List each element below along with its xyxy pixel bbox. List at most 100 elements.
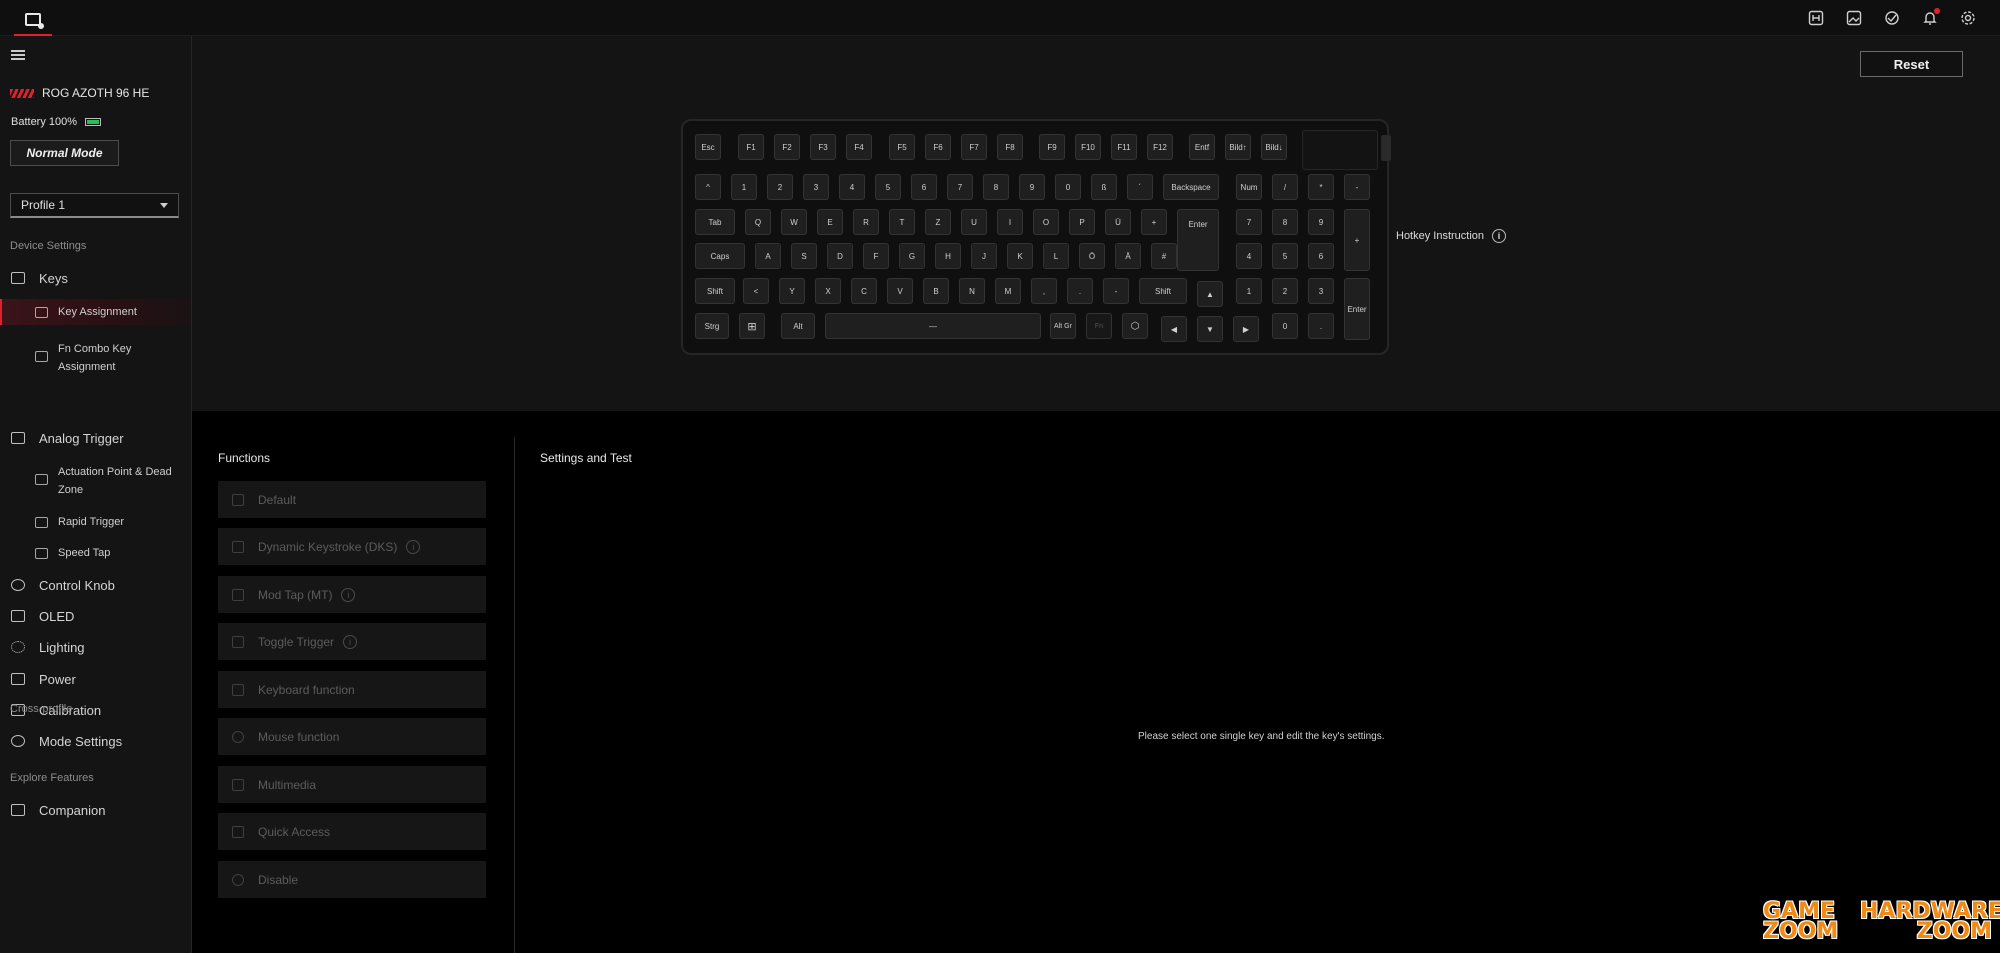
sync-icon[interactable]	[1882, 8, 1902, 28]
key-d[interactable]: D	[827, 243, 853, 269]
key-fn[interactable]: Fn	[1086, 313, 1112, 339]
function-dks[interactable]: Dynamic Keystroke (DKS) i	[218, 528, 486, 565]
key-y[interactable]: Y	[779, 278, 805, 304]
key-e[interactable]: E	[817, 209, 843, 235]
key-4[interactable]: 4	[839, 174, 865, 200]
function-mod-tap[interactable]: Mod Tap (MT) i	[218, 576, 486, 613]
function-disable[interactable]: Disable	[218, 861, 486, 898]
function-mouse[interactable]: Mouse function	[218, 718, 486, 755]
key-v[interactable]: V	[887, 278, 913, 304]
key-n[interactable]: N	[959, 278, 985, 304]
key-f9[interactable]: F9	[1039, 134, 1065, 160]
key-arrow-left[interactable]: ◀	[1161, 316, 1187, 342]
key-a[interactable]: A	[755, 243, 781, 269]
reset-button[interactable]: Reset	[1860, 51, 1963, 77]
info-icon[interactable]: i	[406, 539, 421, 554]
key-f10[interactable]: F10	[1075, 134, 1101, 160]
key-h[interactable]: H	[935, 243, 961, 269]
key-tab[interactable]: Tab	[695, 209, 735, 235]
key-np-slash[interactable]: /	[1272, 174, 1298, 200]
key-0[interactable]: 0	[1055, 174, 1081, 200]
key-j[interactable]: J	[971, 243, 997, 269]
sidebar-item-rapid-trigger[interactable]: Rapid Trigger	[0, 513, 191, 533]
key-np-6[interactable]: 6	[1308, 243, 1334, 269]
function-default[interactable]: Default	[218, 481, 486, 518]
key-i[interactable]: I	[997, 209, 1023, 235]
key-p[interactable]: P	[1069, 209, 1095, 235]
app-logo-tab[interactable]	[14, 4, 52, 36]
key-f2[interactable]: F2	[774, 134, 800, 160]
key-ae[interactable]: Ä	[1115, 243, 1141, 269]
sidebar-item-speed-tap[interactable]: Speed Tap	[0, 544, 191, 564]
key-plus[interactable]: +	[1141, 209, 1167, 235]
key-l[interactable]: L	[1043, 243, 1069, 269]
key-arrow-down[interactable]: ▼	[1197, 316, 1223, 342]
key-f11[interactable]: F11	[1111, 134, 1137, 160]
bell-icon[interactable]	[1920, 8, 1940, 28]
key-alt-gr[interactable]: Alt Gr	[1050, 313, 1076, 339]
key-6[interactable]: 6	[911, 174, 937, 200]
key-period[interactable]: .	[1067, 278, 1093, 304]
key-acute[interactable]: ´	[1127, 174, 1153, 200]
key-np-star[interactable]: *	[1308, 174, 1334, 200]
key-8[interactable]: 8	[983, 174, 1009, 200]
gallery-icon[interactable]	[1844, 8, 1864, 28]
sidebar-item-control-knob[interactable]: Control Knob	[0, 575, 191, 595]
key-np-enter[interactable]: Enter	[1344, 278, 1370, 340]
key-space[interactable]: —	[825, 313, 1041, 339]
key-arrow-up[interactable]: ▲	[1197, 281, 1223, 307]
key-f6[interactable]: F6	[925, 134, 951, 160]
key-m[interactable]: M	[995, 278, 1021, 304]
key-f1[interactable]: F1	[738, 134, 764, 160]
key-caps[interactable]: Caps	[695, 243, 745, 269]
key-hash[interactable]: #	[1151, 243, 1177, 269]
info-icon[interactable]: i	[341, 587, 356, 602]
key-copilot[interactable]: ⬡	[1122, 313, 1148, 339]
key-s[interactable]: S	[791, 243, 817, 269]
key-np-minus[interactable]: -	[1344, 174, 1370, 200]
function-keyboard[interactable]: Keyboard function	[218, 671, 486, 708]
key-x[interactable]: X	[815, 278, 841, 304]
key-ue[interactable]: Ü	[1105, 209, 1131, 235]
key-t[interactable]: T	[889, 209, 915, 235]
hamburger-menu-icon[interactable]	[11, 50, 25, 60]
key-np-2[interactable]: 2	[1272, 278, 1298, 304]
key-num[interactable]: Num	[1236, 174, 1262, 200]
key-f3[interactable]: F3	[810, 134, 836, 160]
sidebar-item-lighting[interactable]: Lighting	[0, 637, 191, 657]
key-np-8[interactable]: 8	[1272, 209, 1298, 235]
profile-select[interactable]: Profile 1	[10, 193, 179, 218]
control-knob[interactable]	[1381, 135, 1391, 161]
key-u[interactable]: U	[961, 209, 987, 235]
hotkey-icon[interactable]	[1806, 8, 1826, 28]
key-5[interactable]: 5	[875, 174, 901, 200]
key-oe[interactable]: Ö	[1079, 243, 1105, 269]
key-np-1[interactable]: 1	[1236, 278, 1262, 304]
key-f7[interactable]: F7	[961, 134, 987, 160]
key-c[interactable]: C	[851, 278, 877, 304]
key-np-7[interactable]: 7	[1236, 209, 1262, 235]
key-shift-right[interactable]: Shift	[1139, 278, 1187, 304]
key-enter[interactable]: Enter	[1177, 209, 1219, 271]
key-9[interactable]: 9	[1019, 174, 1045, 200]
key-np-plus[interactable]: +	[1344, 209, 1370, 271]
hotkey-instruction[interactable]: Hotkey Instruction i	[1396, 229, 1507, 243]
key-f8[interactable]: F8	[997, 134, 1023, 160]
key-arrow-right[interactable]: ▶	[1233, 316, 1259, 342]
key-np-9[interactable]: 9	[1308, 209, 1334, 235]
key-strg[interactable]: Strg	[695, 313, 729, 339]
key-np-4[interactable]: 4	[1236, 243, 1262, 269]
key-sz[interactable]: ß	[1091, 174, 1117, 200]
key-np-3[interactable]: 3	[1308, 278, 1334, 304]
sidebar-item-actuation-point[interactable]: Actuation Point & Dead Zone	[0, 463, 191, 501]
gear-icon[interactable]	[1958, 8, 1978, 28]
sidebar-item-oled[interactable]: OLED	[0, 606, 191, 626]
info-icon[interactable]: i	[343, 634, 358, 649]
key-bild-down[interactable]: Bild↓	[1261, 134, 1287, 160]
key-alt[interactable]: Alt	[781, 313, 815, 339]
key-backspace[interactable]: Backspace	[1163, 174, 1219, 200]
key-2[interactable]: 2	[767, 174, 793, 200]
sidebar-item-fn-combo[interactable]: Fn Combo Key Assignment	[0, 340, 191, 378]
key-esc[interactable]: Esc	[695, 134, 721, 160]
sidebar-item-key-assignment[interactable]: Key Assignment	[0, 299, 191, 325]
